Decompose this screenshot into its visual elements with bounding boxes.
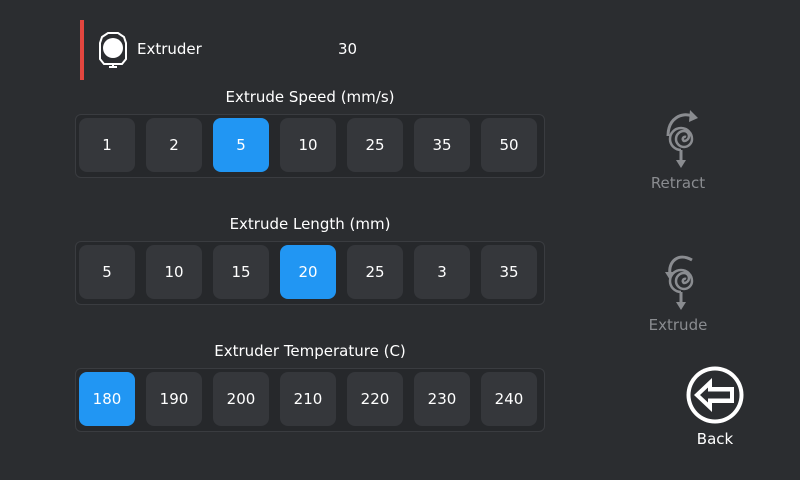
back-button[interactable]: Back [672, 364, 758, 448]
temperature-option[interactable]: 240 [481, 372, 537, 426]
temperature-option[interactable]: 200 [213, 372, 269, 426]
extruder-temperature-options: 180 190 200 210 220 230 240 [75, 368, 545, 432]
extrude-speed-label: Extrude Speed (mm/s) [225, 88, 395, 106]
extruder-icon [99, 32, 127, 68]
extruder-header: Extruder 30 [80, 20, 380, 80]
length-option[interactable]: 10 [146, 245, 202, 299]
temperature-option[interactable]: 210 [280, 372, 336, 426]
back-label: Back [696, 430, 734, 448]
extruder-temperature: 30 [338, 40, 358, 58]
extruder-temperature-label: Extruder Temperature (C) [214, 342, 406, 360]
length-option[interactable]: 3 [414, 245, 470, 299]
extrude-speed-options: 1 2 5 10 25 35 50 [75, 114, 545, 178]
speed-option[interactable]: 2 [146, 118, 202, 172]
speed-option-selected[interactable]: 5 [213, 118, 269, 172]
retract-label: Retract [650, 174, 706, 192]
length-option[interactable]: 25 [347, 245, 403, 299]
extrude-button[interactable]: Extrude [633, 248, 723, 334]
length-option[interactable]: 15 [213, 245, 269, 299]
speed-option[interactable]: 50 [481, 118, 537, 172]
length-option-selected[interactable]: 20 [280, 245, 336, 299]
retract-button[interactable]: Retract [633, 106, 723, 192]
extruder-title: Extruder [137, 40, 202, 58]
length-option[interactable]: 35 [481, 245, 537, 299]
temperature-option[interactable]: 190 [146, 372, 202, 426]
length-option[interactable]: 5 [79, 245, 135, 299]
extrude-length-label: Extrude Length (mm) [229, 215, 391, 233]
temperature-option[interactable]: 220 [347, 372, 403, 426]
retract-icon [666, 110, 698, 168]
temperature-option[interactable]: 230 [414, 372, 470, 426]
speed-option[interactable]: 35 [414, 118, 470, 172]
extrude-icon [665, 255, 694, 310]
speed-option[interactable]: 1 [79, 118, 135, 172]
accent-bar [80, 20, 84, 80]
extrude-length-options: 5 10 15 20 25 3 35 [75, 241, 545, 305]
back-arrow-icon [686, 366, 744, 424]
temperature-option-selected[interactable]: 180 [79, 372, 135, 426]
speed-option[interactable]: 25 [347, 118, 403, 172]
extrude-label: Extrude [648, 316, 708, 334]
speed-option[interactable]: 10 [280, 118, 336, 172]
